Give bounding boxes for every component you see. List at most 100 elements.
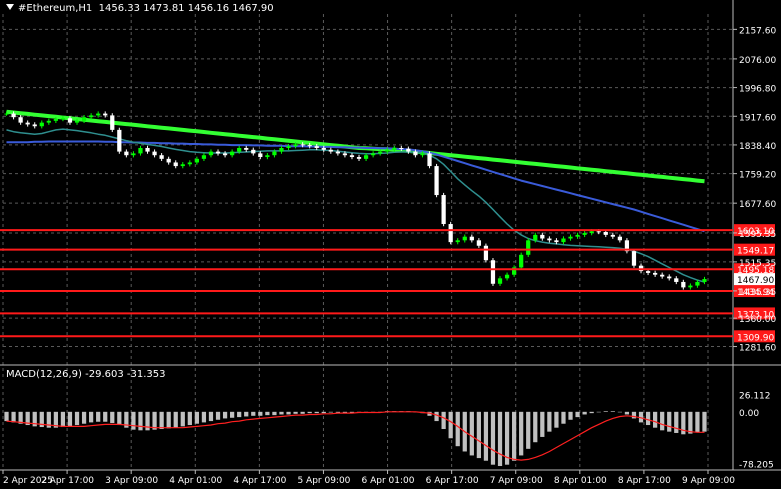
candle-body: [702, 279, 707, 282]
macd-bar: [96, 411, 101, 422]
time-tick-label: 3 Apr 09:00: [105, 476, 158, 486]
candle-body: [194, 158, 199, 163]
candle-body: [356, 157, 362, 159]
candle-body: [81, 117, 87, 121]
price-tick-label: 1515.35: [739, 259, 776, 269]
macd-bar: [4, 411, 9, 422]
macd-bar: [568, 411, 573, 420]
macd-bar: [547, 411, 552, 432]
current-price-label: 1467.90: [737, 276, 774, 286]
macd-bar: [11, 411, 16, 423]
candle-body: [660, 274, 665, 277]
candle-body: [441, 195, 446, 225]
candle-body: [688, 285, 693, 288]
price-tick-label: 1360.00: [739, 315, 776, 325]
macd-bar: [131, 411, 136, 430]
candle-body: [166, 158, 171, 163]
sma_mid-polyline: [6, 140, 705, 233]
macd-bar: [159, 411, 164, 430]
candle-body: [497, 278, 503, 284]
chart-window[interactable]: 1603.10 1549.17 1495.18 1434.94 1373.10 1309.…: [0, 0, 781, 489]
dropdown-triangle-icon[interactable]: [6, 4, 14, 10]
macd-bar: [265, 411, 270, 416]
candle-body: [11, 113, 16, 118]
candle-body: [131, 153, 136, 156]
macd-bar: [469, 411, 474, 456]
price-tick-label: 1759.20: [739, 171, 776, 181]
macd-tick-label: 0.00: [739, 409, 759, 419]
candle-body: [504, 274, 510, 279]
candle-body: [222, 153, 228, 156]
time-tick-label: 4 Apr 01:00: [169, 476, 222, 486]
macd-bar: [328, 411, 333, 413]
macd-bar: [279, 411, 284, 415]
candle-body: [561, 238, 566, 243]
macd-bar: [74, 411, 80, 426]
macd-bar: [187, 411, 192, 426]
candle-body: [279, 147, 284, 152]
macd-bar: [314, 411, 319, 414]
candle-body: [427, 153, 432, 167]
candle-body: [462, 236, 467, 241]
macd-bar: [455, 411, 460, 447]
macd-bar: [342, 411, 348, 413]
macd-bar: [526, 411, 531, 449]
price-chart-canvas[interactable]: 1603.101549.171495.181434.941373.101309.…: [0, 0, 781, 489]
candle-body: [610, 234, 615, 237]
candle-body: [667, 276, 672, 279]
candle-body: [617, 236, 622, 241]
candle-body: [490, 260, 496, 284]
macd-bar: [321, 411, 326, 414]
candle-body: [589, 231, 594, 234]
candle-body: [208, 151, 214, 156]
macd-bar: [610, 411, 615, 412]
candle-body: [547, 238, 552, 241]
candle-body: [695, 281, 700, 286]
macd-bar: [286, 411, 291, 415]
candle-body: [307, 145, 312, 147]
candle-body: [526, 240, 531, 255]
macd-bar: [307, 411, 312, 414]
macd-bar: [251, 411, 256, 416]
candle-body: [455, 240, 460, 243]
macd-bar: [645, 411, 651, 426]
price-tick-label: 2076.00: [739, 56, 776, 66]
macd-bar: [110, 411, 115, 424]
candle-body: [201, 155, 207, 159]
macd-bar: [688, 411, 693, 434]
candle-body: [230, 151, 235, 156]
macd-bar: [180, 411, 185, 427]
candle-body: [46, 120, 51, 123]
macd-bar: [173, 411, 178, 428]
candle-body: [187, 162, 192, 165]
candle-body: [519, 254, 524, 268]
macd-bar: [631, 411, 637, 419]
candle-body: [138, 147, 143, 154]
macd-bar: [476, 411, 481, 459]
price-tick-label: 1281.60: [739, 344, 776, 354]
candle-body: [4, 113, 9, 115]
price-tick-label: 1838.40: [739, 142, 776, 152]
price-tick-label: 1435.35: [739, 288, 776, 298]
macd-bar: [589, 411, 594, 414]
candle-body: [244, 147, 249, 150]
candle-body: [631, 251, 637, 266]
candle-body: [554, 240, 559, 243]
candle-body: [596, 231, 601, 233]
macd-bar: [117, 411, 122, 426]
candle-body: [335, 151, 340, 154]
time-tick-label: 8 Apr 01:00: [554, 476, 607, 486]
candle-body: [413, 151, 418, 156]
candle-body: [60, 118, 66, 120]
symbol-label: #Ethereum,H1: [18, 3, 93, 14]
macd-bar: [272, 411, 277, 416]
macd-bar: [293, 411, 298, 414]
candle-body: [173, 162, 178, 167]
candle-body: [653, 272, 658, 275]
candle-body: [575, 234, 580, 237]
ohlc-values: 1456.33 1473.81 1456.16 1467.90: [98, 3, 274, 14]
macd-bar: [575, 411, 580, 418]
candle-body: [215, 151, 221, 154]
macd-bar: [519, 411, 524, 456]
level-label: 1309.90: [737, 333, 774, 343]
